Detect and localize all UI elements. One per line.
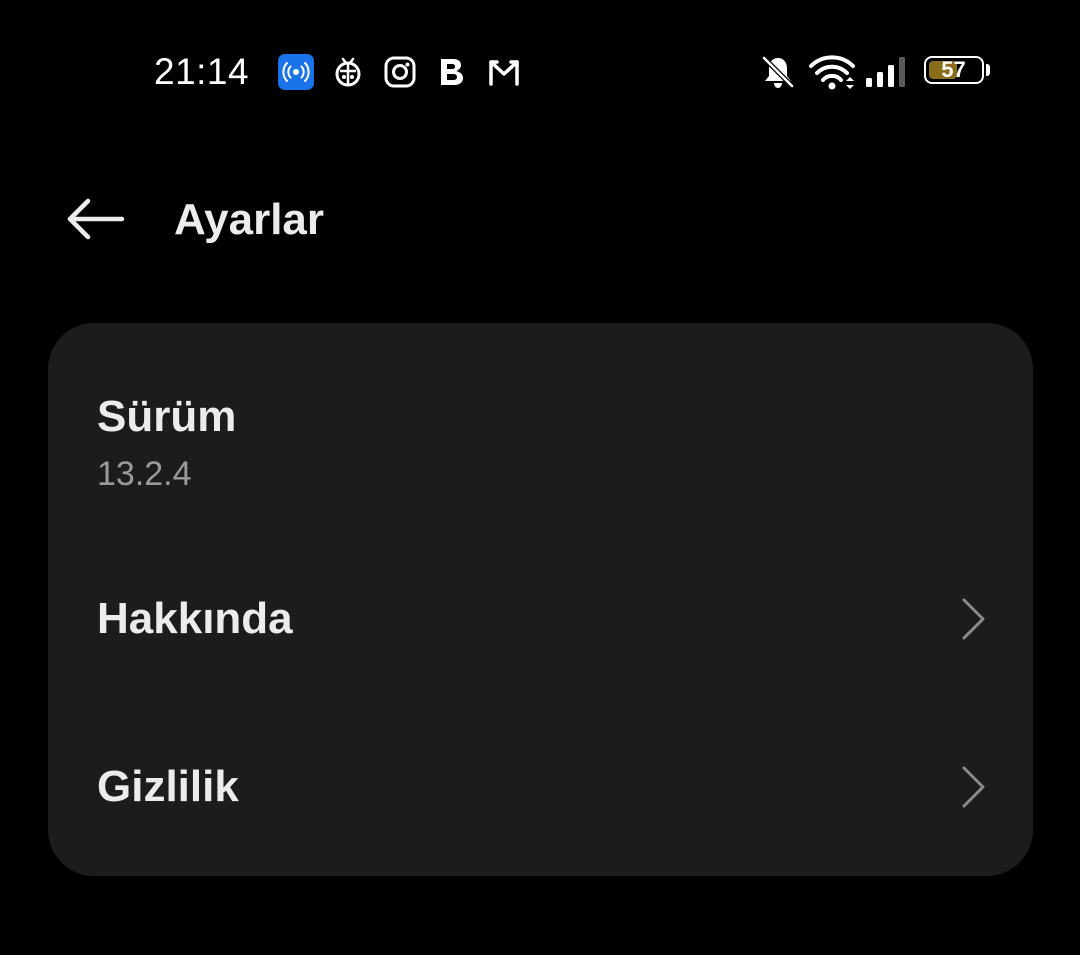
mail-icon [486, 54, 522, 90]
chevron-right-icon [962, 766, 985, 808]
status-time: 21:14 [154, 51, 250, 92]
battery-icon: 57 [924, 56, 984, 84]
instagram-icon [382, 54, 418, 90]
status-bar: 21:14 57 [0, 0, 1080, 145]
about-row[interactable]: Hakkında [48, 538, 1033, 698]
privacy-label: Gizlilik [97, 762, 239, 811]
b-app-icon [434, 54, 470, 90]
about-label: Hakkında [97, 594, 293, 643]
version-row: Sürüm 13.2.4 [48, 373, 1033, 533]
wifi-icon [808, 54, 856, 92]
version-label: Sürüm [97, 392, 237, 441]
battery-tip [986, 64, 990, 76]
signal-icon [862, 54, 910, 90]
app-bar: Ayarlar [0, 170, 1080, 270]
hotspot-icon [278, 54, 314, 90]
page-title: Ayarlar [174, 195, 325, 244]
chevron-right-icon [962, 598, 985, 640]
notifications-muted-icon [760, 54, 796, 90]
version-value: 13.2.4 [97, 455, 192, 493]
bug-icon [330, 54, 366, 90]
system-icons: 57 [760, 50, 1000, 94]
back-button[interactable] [56, 184, 136, 254]
arrow-left-icon [67, 198, 125, 240]
privacy-row[interactable]: Gizlilik [48, 706, 1033, 866]
battery-level-text: 57 [941, 57, 966, 82]
settings-card: Sürüm 13.2.4 Hakkında Gizlilik [48, 323, 1033, 876]
